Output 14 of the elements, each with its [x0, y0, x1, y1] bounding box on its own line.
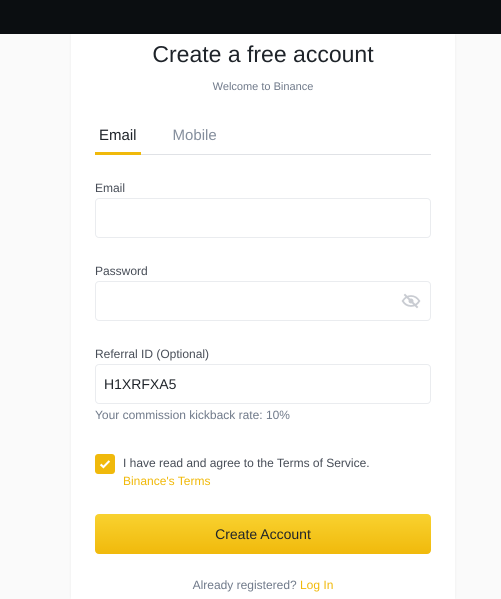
field-label: Referral ID (Optional): [95, 347, 210, 361]
input-field[interactable]: H1XRFXA5: [95, 364, 431, 404]
checkbox[interactable]: [95, 454, 115, 474]
field-label: Email: [95, 181, 126, 195]
create-account-button[interactable]: Create Account: [95, 514, 431, 554]
login-prompt: Already registered? Log In: [192, 578, 334, 592]
subtitle: Welcome to Binance: [212, 81, 314, 93]
agreement-text: I have read and agree to the Terms of Service. Binance's Terms: [123, 455, 371, 490]
hint-text: Your commission kickback rate: 10%: [95, 408, 291, 422]
input-field[interactable]: [95, 281, 431, 321]
tab[interactable]: Email: [95, 127, 141, 155]
hidden-eye-icon[interactable]: [401, 291, 421, 311]
page-title: Create a free account: [151, 40, 375, 69]
field-label: Password: [95, 264, 149, 278]
